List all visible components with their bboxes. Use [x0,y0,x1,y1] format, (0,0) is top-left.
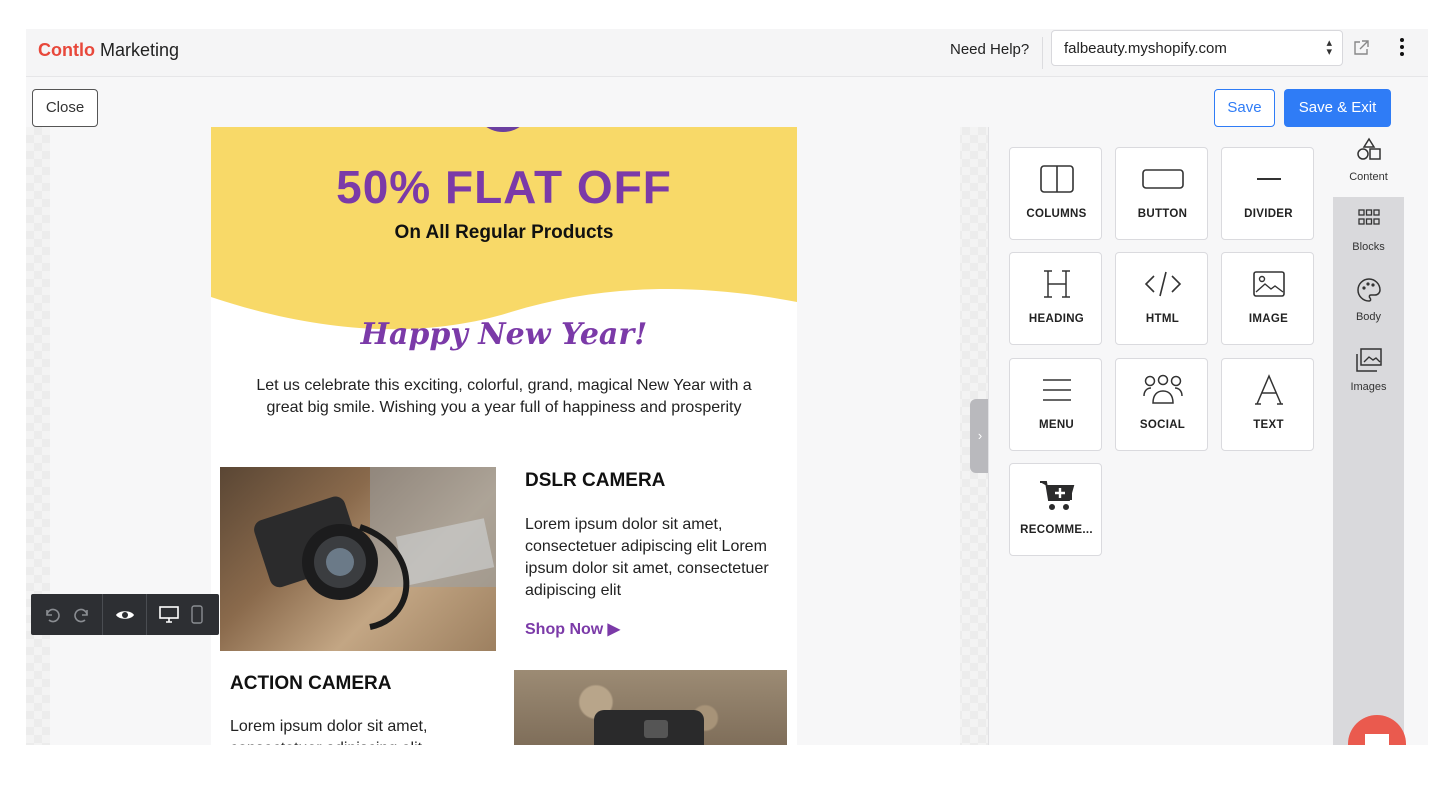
tab-content[interactable]: Content [1333,127,1404,197]
external-link-icon[interactable] [1352,39,1370,57]
tool-menu[interactable]: MENU [1009,358,1102,451]
more-menu-icon[interactable] [1398,38,1406,58]
divider-icon [1256,178,1281,180]
topbar-divider [1042,37,1043,69]
image-icon [1252,271,1285,297]
preview-eye-icon[interactable] [115,606,135,624]
button-icon [1141,169,1184,189]
tool-label: TEXT [1253,419,1284,431]
grid-icon [1357,209,1380,225]
need-help-link[interactable]: Need Help? [950,41,1029,58]
product-desc-action: Lorem ipsum dolor sit amet, consectetuer… [230,718,428,745]
content-tools-panel: COLUMNS BUTTON DIVIDER HEADING HTML IMAG… [988,127,1333,745]
tool-divider[interactable]: DIVIDER [1221,147,1314,240]
action-camera-image[interactable] [514,670,787,745]
save-button[interactable]: Save [1214,89,1275,127]
product-title-dslr: DSLR CAMERA [525,470,666,491]
tool-text[interactable]: TEXT [1221,358,1314,451]
email-preview[interactable]: 50% FLAT OFF On All Regular Products Hap… [211,127,797,745]
tool-label: MENU [1038,419,1075,431]
tab-body[interactable]: Body [1333,267,1404,337]
store-select-value: falbeauty.myshopify.com [1064,40,1227,57]
tool-label: HEADING [1028,313,1085,325]
hero-subtitle: On All Regular Products [394,222,614,243]
tab-images[interactable]: Images [1333,337,1404,407]
tool-label: BUTTON [1137,208,1188,220]
tool-heading[interactable]: HEADING [1009,252,1102,345]
shapes-icon [1356,137,1381,160]
greeting-heading: Happy New Year! [360,317,648,352]
tool-label: COLUMNS [1026,208,1087,220]
editor-canvas: 50% FLAT OFF On All Regular Products Hap… [26,127,988,745]
dslr-camera-image[interactable] [220,467,496,651]
brand-logo: Contlo Marketing [38,40,179,61]
tool-label: IMAGE [1248,313,1289,325]
history-toolbar [31,594,219,635]
tool-button[interactable]: BUTTON [1115,147,1208,240]
product-title-action: ACTION CAMERA [230,673,392,694]
side-tab-bar: Content Blocks Body Images [1333,127,1404,745]
editor-app: Contlo Marketing Need Help? falbeauty.my… [26,29,1428,745]
tool-label: DIVIDER [1244,208,1293,220]
tool-label: HTML [1145,313,1180,325]
tool-social[interactable]: SOCIAL [1115,358,1208,451]
top-bar: Contlo Marketing Need Help? falbeauty.my… [26,29,1428,77]
heading-icon [1043,270,1070,298]
chat-icon [1365,734,1389,745]
tool-image[interactable]: IMAGE [1221,252,1314,345]
desktop-view-icon[interactable] [159,605,179,624]
product-desc-dslr: Lorem ipsum dolor sit amet, consectetuer… [525,516,769,599]
hero-title: 50% FLAT OFF [336,161,672,213]
select-updown-icon: ▴ ▾ [1326,37,1332,58]
images-icon [1355,348,1382,372]
tab-label: Content [1349,171,1388,183]
greeting-text: Let us celebrate this exciting, colorful… [256,377,752,416]
undo-icon[interactable] [43,606,61,624]
brand-rest: Marketing [100,40,180,60]
undo-redo-group [31,594,103,635]
tab-blocks[interactable]: Blocks [1333,197,1404,267]
tab-label: Blocks [1352,241,1385,253]
tool-recommendations[interactable]: RECOMME... [1009,463,1102,556]
palette-icon [1356,278,1381,302]
tab-label: Images [1350,381,1387,393]
hero-ornament [473,127,533,132]
chat-launcher-button[interactable] [1348,715,1406,745]
tool-label: SOCIAL [1139,419,1186,431]
tab-label: Body [1355,311,1382,323]
cart-plus-icon [1039,481,1074,510]
people-icon [1142,374,1183,404]
tool-columns[interactable]: COLUMNS [1009,147,1102,240]
text-icon [1254,374,1283,405]
menu-icon [1042,379,1071,401]
code-icon [1144,271,1181,297]
close-button[interactable]: Close [32,89,98,127]
tool-html[interactable]: HTML [1115,252,1208,345]
redo-icon[interactable] [73,606,91,624]
shop-now-link[interactable]: Shop Now ▶ [525,619,620,639]
brand-accent: Contlo [38,40,95,60]
tool-label: RECOMME... [1020,524,1093,536]
columns-icon [1039,165,1074,193]
save-exit-button[interactable]: Save & Exit [1284,89,1391,127]
store-select[interactable]: falbeauty.myshopify.com ▴ ▾ [1051,30,1343,66]
panel-collapse-handle[interactable]: › [970,399,990,473]
mobile-view-icon[interactable] [191,605,203,624]
